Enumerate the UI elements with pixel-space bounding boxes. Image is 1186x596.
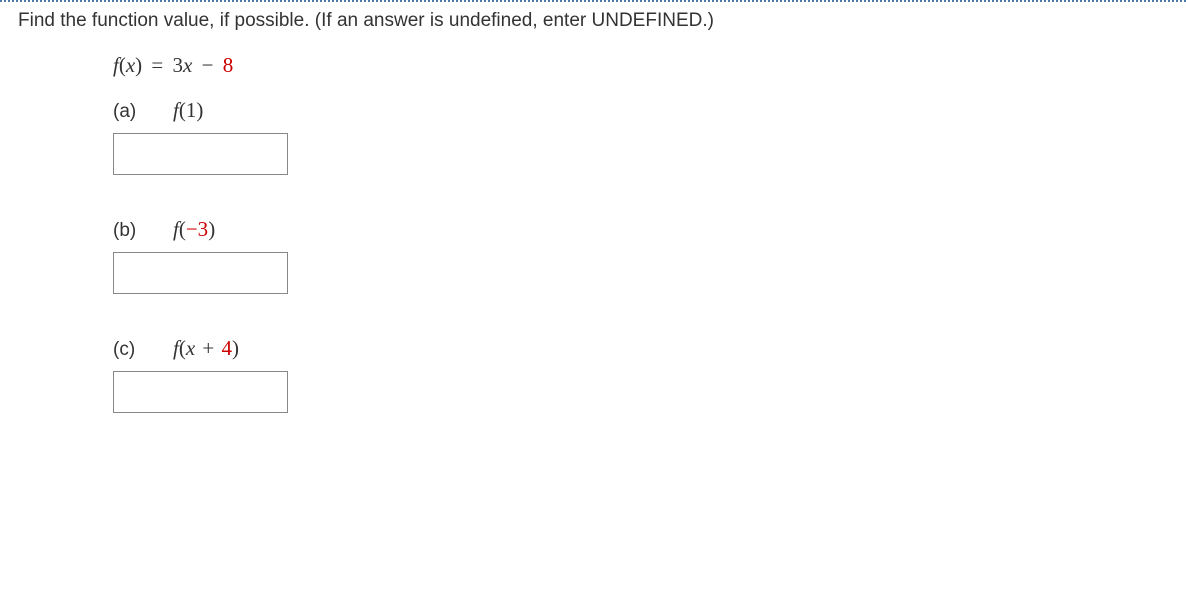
part-b-arg: −3 [186, 217, 208, 241]
question-content: Find the function value, if possible. (I… [0, 2, 1186, 475]
part-a-answer-input[interactable] [113, 133, 288, 175]
part-b-open-paren: ( [179, 217, 186, 241]
part-c-close-paren: ) [232, 336, 239, 360]
part-b-expression: f(−3) [173, 217, 215, 242]
part-b-close-paren: ) [208, 217, 215, 241]
part-b: (b) f(−3) [113, 217, 1168, 294]
part-b-label: (b) [113, 220, 173, 242]
part-a-expression: f(1) [173, 98, 203, 123]
part-a-label: (a) [113, 101, 173, 123]
instruction-text: Find the function value, if possible. (I… [18, 8, 1168, 35]
function-var: x [126, 53, 135, 77]
part-a-row: (a) f(1) [113, 98, 1168, 123]
part-c-answer-input[interactable] [113, 371, 288, 413]
minus-sign: − [202, 53, 214, 77]
part-c-expression: f(x + 4) [173, 336, 239, 361]
coefficient: 3 [173, 53, 184, 77]
rhs-var: x [183, 53, 192, 77]
part-c-row: (c) f(x + 4) [113, 336, 1168, 361]
part-c: (c) f(x + 4) [113, 336, 1168, 413]
part-c-var: x [186, 336, 195, 360]
close-paren: ) [135, 53, 142, 77]
part-a-open-paren: ( [179, 98, 186, 122]
part-a: (a) f(1) [113, 98, 1168, 175]
part-c-op: + [197, 336, 219, 360]
equals-sign: = [151, 53, 163, 77]
function-definition: f(x) = 3x − 8 [113, 53, 1168, 78]
part-a-arg: 1 [186, 98, 197, 122]
open-paren: ( [119, 53, 126, 77]
constant: 8 [223, 53, 234, 77]
part-b-answer-input[interactable] [113, 252, 288, 294]
part-c-label: (c) [113, 339, 173, 361]
part-a-close-paren: ) [196, 98, 203, 122]
part-b-row: (b) f(−3) [113, 217, 1168, 242]
part-c-const: 4 [222, 336, 233, 360]
part-c-open-paren: ( [179, 336, 186, 360]
